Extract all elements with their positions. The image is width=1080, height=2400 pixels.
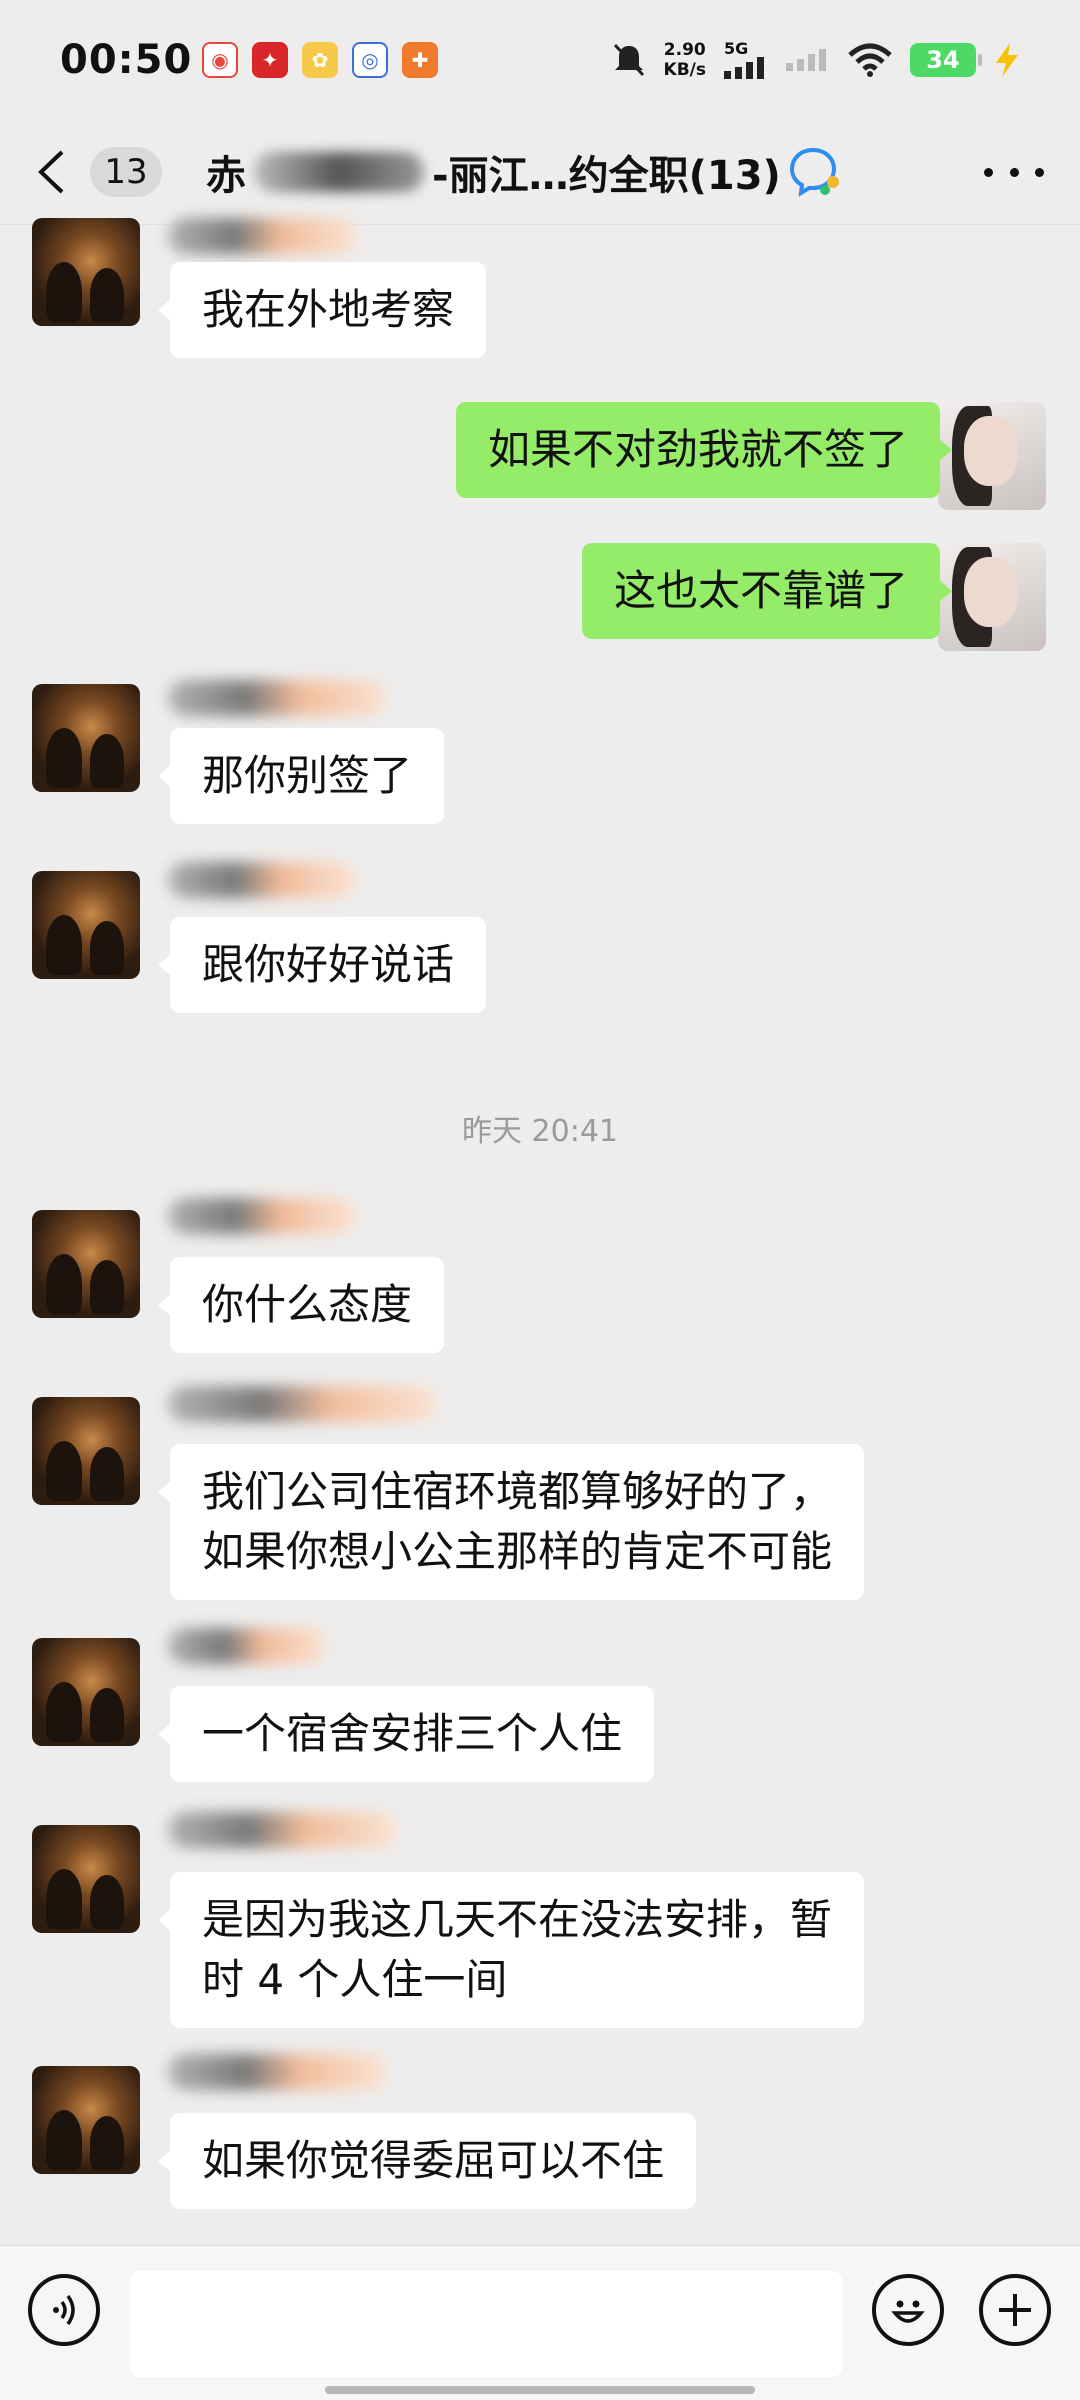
message-bubble[interactable]: 是因为我这几天不在没法安排，暂 时 4 个人住一间 [157, 1872, 865, 2028]
sender-avatar[interactable] [32, 218, 140, 326]
signal-bars-icon [724, 57, 764, 79]
redacted-sender-name [168, 1198, 358, 1234]
more-dot-icon [984, 167, 993, 177]
my-avatar[interactable] [938, 543, 1046, 651]
message-bubble-mine[interactable]: 如果不对劲我就不签了 [455, 402, 953, 498]
message-bubble[interactable]: 如果你觉得委屈可以不住 [157, 2113, 697, 2209]
battery-indicator: 34 [910, 43, 982, 77]
more-menu-button[interactable] [984, 167, 1044, 177]
redacted-name [254, 152, 424, 192]
message-timestamp: 昨天 20:41 [462, 1114, 618, 1149]
signal-bars-weak-icon [786, 49, 826, 71]
cell-signal-5g: 5G [724, 41, 768, 79]
message-bubble[interactable]: 一个宿舍安排三个人住 [157, 1686, 655, 1782]
redacted-sender-name [168, 1386, 438, 1422]
wifi-icon [848, 43, 892, 77]
message-bubble[interactable]: 我们公司住宿环境都算够好的了， 如果你想小公主那样的肯定不可能 [157, 1444, 865, 1600]
status-bar: 00:50 ◉ ✦ ✿ ◎ ✚ 2.90 KB/s 5G 34 [0, 0, 1080, 120]
voice-icon [53, 2294, 75, 2326]
chevron-left-icon [38, 150, 64, 194]
more-dot-icon [1009, 167, 1019, 177]
group-search-icon[interactable] [789, 146, 847, 198]
sender-avatar[interactable] [32, 1825, 140, 1933]
mute-bell-icon [613, 43, 644, 77]
redacted-sender-name [168, 680, 388, 716]
redacted-sender-name [168, 1628, 328, 1664]
chat-header: 13 赤 -丽江…约全职(13) [0, 120, 1080, 225]
app-flower-icon: ✿ [302, 42, 338, 78]
sender-avatar[interactable] [32, 871, 140, 979]
message-bubble-mine[interactable]: 这也太不靠谱了 [581, 543, 953, 639]
unread-count-badge[interactable]: 13 [90, 147, 162, 197]
emoji-button[interactable] [872, 2274, 944, 2346]
message-input[interactable] [130, 2271, 842, 2377]
home-indicator[interactable] [325, 2386, 755, 2394]
redacted-sender-name [168, 862, 358, 898]
more-dot-icon [1035, 167, 1044, 177]
message-bubble[interactable]: 我在外地考察 [157, 262, 487, 358]
app-blue-icon: ◎ [352, 42, 388, 78]
app-orange-icon: ✚ [402, 42, 438, 78]
message-bubble[interactable]: 你什么态度 [157, 1257, 445, 1353]
weibo-icon: ◉ [202, 42, 238, 78]
sender-avatar[interactable] [32, 2066, 140, 2174]
network-speed: 2.90 KB/s [663, 40, 706, 80]
more-actions-button[interactable] [979, 2274, 1051, 2346]
notification-icons: ◉ ✦ ✿ ◎ ✚ [202, 42, 438, 78]
chat-title[interactable]: 赤 -丽江…约全职(13) [206, 143, 847, 201]
voice-input-button[interactable] [28, 2274, 100, 2346]
charging-bolt-icon [996, 43, 1018, 77]
app-red-icon: ✦ [252, 42, 288, 78]
input-bar [0, 2245, 1080, 2400]
sender-avatar[interactable] [32, 684, 140, 792]
plus-icon [999, 2294, 1031, 2326]
redacted-sender-name [168, 2054, 388, 2090]
message-bubble[interactable]: 那你别签了 [157, 728, 445, 824]
sender-avatar[interactable] [32, 1210, 140, 1318]
sender-avatar[interactable] [32, 1638, 140, 1746]
sender-avatar[interactable] [32, 1397, 140, 1505]
redacted-sender-name [168, 218, 358, 254]
emoji-smile-icon [891, 2300, 925, 2323]
clock: 00:50 [60, 37, 193, 83]
message-bubble[interactable]: 跟你好好说话 [157, 917, 487, 1013]
redacted-sender-name [168, 1812, 398, 1848]
back-button[interactable] [36, 142, 86, 202]
my-avatar[interactable] [938, 402, 1046, 510]
